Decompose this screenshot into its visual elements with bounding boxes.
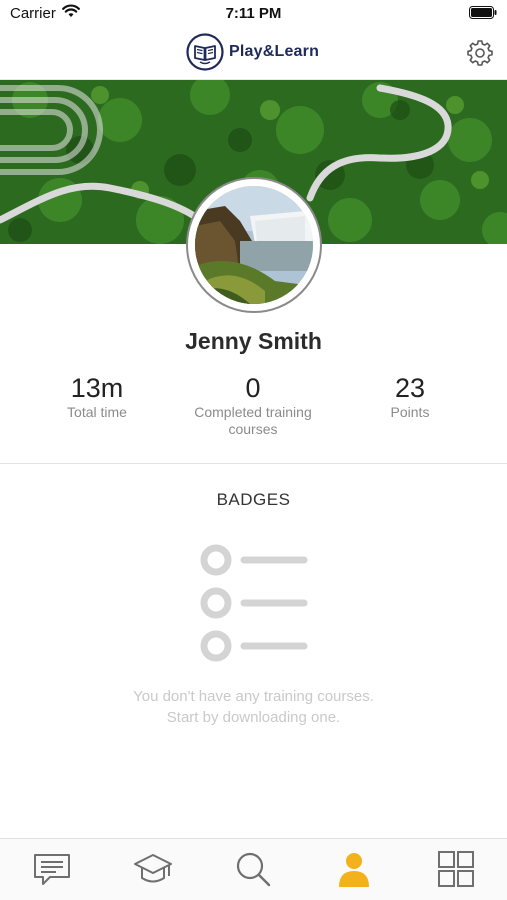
stat-label: Points (390, 404, 430, 420)
tab-bar (0, 838, 507, 900)
stat-points: 23 Points (325, 372, 495, 421)
waterfall-avatar-image (195, 186, 313, 304)
app-name: Play&Learn (229, 43, 320, 60)
book-headset-logo-icon (186, 33, 224, 71)
stat-value: 23 (394, 373, 426, 403)
empty-state-line: Start by downloading one. (166, 709, 341, 726)
tab-search[interactable] (233, 849, 273, 889)
avatar[interactable] (186, 177, 322, 313)
stat-value: 13m (70, 373, 124, 403)
stat-label: Completed training courses (194, 404, 312, 437)
empty-state-message: You don't have any training courses. Sta… (0, 686, 507, 728)
search-icon (236, 852, 271, 887)
stat-total-time: 13m Total time (12, 372, 182, 421)
tab-profile[interactable] (334, 849, 374, 889)
empty-list-icon (200, 544, 308, 662)
tab-courses[interactable] (133, 849, 173, 889)
message-icon (34, 854, 70, 885)
clock: 7:11 PM (225, 5, 282, 22)
profile-screen: Carrier 7:11 PM Play&Learn Jenny Smith 1… (0, 0, 507, 900)
tab-more[interactable] (436, 849, 476, 889)
grid-icon (438, 851, 474, 887)
section-divider (0, 463, 507, 464)
tab-messages[interactable] (32, 849, 72, 889)
badges-section-title: BADGES (216, 490, 291, 509)
status-bar: Carrier 7:11 PM (0, 0, 507, 28)
graduation-cap-icon (134, 854, 172, 883)
empty-state-line: You don't have any training courses. (133, 688, 374, 705)
profile-name: Jenny Smith (185, 328, 322, 354)
app-logo: Play&Learn (186, 32, 319, 72)
nav-bar: Play&Learn (0, 28, 507, 80)
gear-icon[interactable] (467, 40, 493, 66)
stat-value: 0 (245, 373, 261, 403)
stat-label: Total time (67, 404, 127, 420)
stat-completed-courses: 0 Completed training courses (168, 372, 338, 438)
battery-icon (469, 6, 497, 19)
person-icon (339, 853, 369, 887)
